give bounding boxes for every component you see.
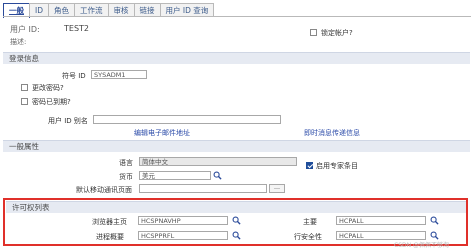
watermark: CSDN @佩佩不够淘	[394, 242, 450, 249]
user-id-label: 用户 ID:	[10, 25, 40, 34]
login-section: 登录信息	[3, 52, 470, 64]
primary-lookup-icon[interactable]	[430, 216, 439, 225]
currency-lookup-icon[interactable]	[213, 171, 222, 180]
user-id-alias-label: 用户 ID 别名	[48, 117, 88, 125]
language-select[interactable]: 简体中文	[139, 157, 297, 166]
description-label: 描述:	[10, 38, 27, 46]
edit-email-link[interactable]: 编辑电子邮件地址	[134, 128, 190, 138]
navigator-lookup-icon[interactable]	[232, 216, 241, 225]
expert-entry-checkbox[interactable]	[306, 162, 313, 169]
tab-bar: 一般 ID 角色 工作流 审核 链接 用户 ID 查询	[3, 3, 215, 18]
row-security-label: 行安全性	[294, 233, 322, 241]
navigator-homepage-label: 浏览器主页	[92, 218, 127, 226]
row-security-input[interactable]: HCPALL	[336, 231, 426, 240]
tab-audit[interactable]: 审核	[107, 3, 135, 17]
symbol-id-select[interactable]: SYSADM1	[91, 70, 147, 79]
language-label: 语言	[119, 159, 133, 167]
general-attributes-header: 一般属性	[3, 140, 470, 152]
mobile-page-label: 默认移动通讯页面	[76, 186, 132, 194]
mobile-page-more-button[interactable]: …	[269, 184, 285, 193]
tab-roles[interactable]: 角色	[48, 3, 75, 17]
instant-messaging-link[interactable]: 即时消息传递信息	[304, 128, 360, 138]
currency-label: 货币	[119, 173, 133, 181]
expert-entry-label: 启用专家条目	[316, 162, 358, 170]
tab-links[interactable]: 链接	[133, 3, 161, 17]
tab-id[interactable]: ID	[29, 3, 49, 17]
change-password-checkbox[interactable]	[21, 84, 28, 91]
currency-input[interactable]: 美元	[139, 171, 211, 180]
process-lookup-icon[interactable]	[232, 231, 241, 240]
user-id-alias-input[interactable]	[93, 115, 281, 124]
mobile-page-input[interactable]	[139, 184, 267, 193]
general-attributes-section: 一般属性	[3, 140, 470, 152]
password-expired-label: 密码已到期?	[32, 98, 71, 106]
lock-account-checkbox[interactable]	[310, 29, 317, 36]
login-section-header: 登录信息	[3, 52, 470, 64]
symbol-id-label: 符号 ID	[62, 72, 86, 80]
password-expired-checkbox[interactable]	[21, 98, 28, 105]
permission-lists-section: 许可权列表	[6, 201, 466, 213]
primary-input[interactable]: HCPALL	[336, 216, 426, 225]
process-profile-label: 进程概要	[96, 233, 124, 241]
primary-label: 主要	[303, 218, 317, 226]
tab-workflow[interactable]: 工作流	[74, 3, 109, 17]
tab-divider	[3, 16, 471, 17]
tab-user-id-queries[interactable]: 用户 ID 查询	[159, 3, 215, 17]
user-id-value: TEST2	[64, 24, 89, 33]
change-password-label: 更改密码?	[32, 84, 64, 92]
lock-account-label: 锁定帐户?	[321, 29, 353, 37]
permission-lists-header: 许可权列表	[6, 201, 466, 213]
row-security-lookup-icon[interactable]	[430, 231, 439, 240]
process-profile-input[interactable]: HCSPPRFL	[138, 231, 228, 240]
navigator-homepage-input[interactable]: HCSPNAVHP	[138, 216, 228, 225]
